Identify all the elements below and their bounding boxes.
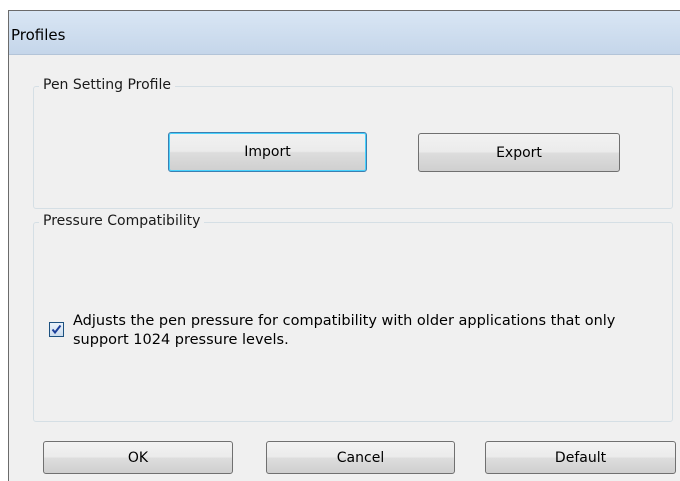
checkbox-label-line-1: Adjusts the pen pressure for compatibili… [73, 313, 616, 329]
cancel-button[interactable]: Cancel [266, 441, 455, 474]
title-bar[interactable]: Profiles [9, 11, 680, 55]
pen-setting-profile-title: Pen Setting Profile [39, 77, 175, 93]
pressure-compatibility-label[interactable]: Adjusts the pen pressure for compatibili… [73, 312, 673, 350]
checkbox-label-line-2: support 1024 pressure levels. [73, 332, 289, 348]
window-title: Profiles [11, 26, 66, 44]
checkmark-icon [51, 324, 62, 335]
default-button[interactable]: Default [485, 441, 676, 474]
pressure-compatibility-checkbox[interactable] [49, 322, 64, 337]
import-button[interactable]: Import [168, 132, 367, 172]
export-button[interactable]: Export [418, 133, 620, 172]
profiles-dialog: Profiles Pen Setting Profile Import Expo… [8, 10, 680, 481]
ok-button[interactable]: OK [43, 441, 233, 474]
pressure-compatibility-title: Pressure Compatibility [39, 213, 205, 229]
